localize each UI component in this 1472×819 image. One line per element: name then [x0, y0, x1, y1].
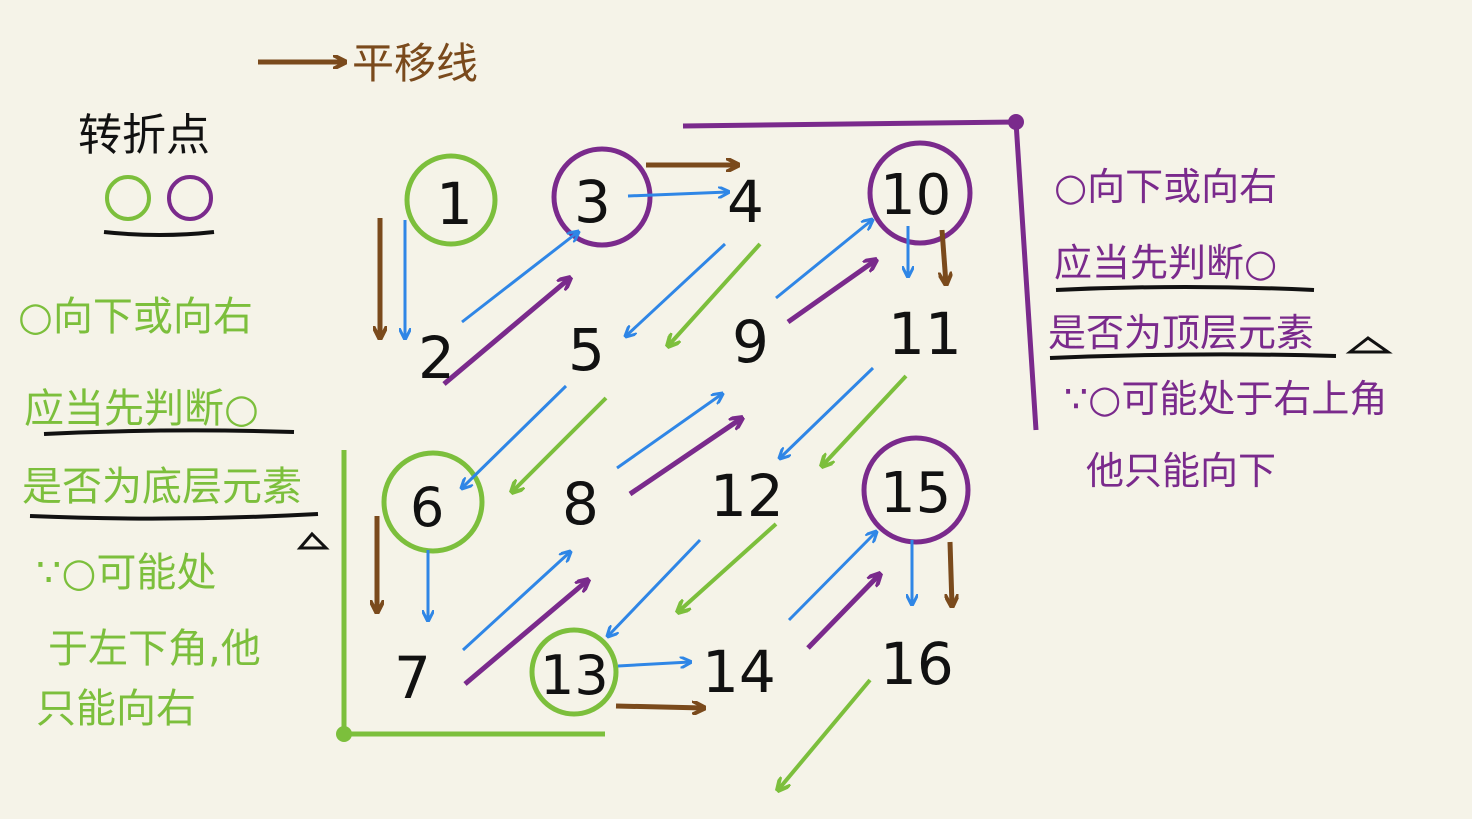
purple-note-line-2: 应当先判断○	[1054, 241, 1277, 285]
blue-path-arrows	[405, 192, 912, 666]
translate-arrows	[377, 165, 952, 708]
triangle-icon	[1345, 336, 1393, 354]
green-note-line-2: 应当先判断○	[24, 386, 259, 432]
number-4: 4	[727, 168, 764, 236]
blue-arrow	[462, 384, 568, 488]
blue-arrow	[608, 538, 702, 636]
blue-arrow	[780, 366, 875, 458]
purple-note-line-1: ○向下或向右	[1054, 165, 1277, 209]
green-note-line-1: ○向下或向右	[18, 294, 253, 340]
number-6: 6	[410, 476, 444, 539]
green-corner-dot	[336, 726, 352, 742]
number-13: 13	[540, 644, 609, 707]
purple-arrow	[786, 260, 876, 325]
purple-note-line-3: 是否为顶层元素	[1048, 311, 1314, 355]
grid-numbers: 1 3 4 10 2 5 9 11 6 8 12 15 7 13 14 16	[394, 163, 962, 712]
purple-note-line-4: ∵○可能处于右上角	[1064, 377, 1387, 421]
number-16: 16	[880, 630, 954, 698]
number-2: 2	[418, 324, 455, 392]
purple-note-line-5: 他只能向下	[1086, 449, 1276, 493]
zigzag-diagram: 平移线 转折点 1 3 4 10 2 5 9 11 6 8 12 15 7 13…	[18, 39, 1393, 819]
green-arrow	[822, 374, 908, 466]
number-12: 12	[710, 462, 784, 530]
green-note-underline-1	[43, 428, 295, 436]
purple-note-underline-2	[1049, 352, 1337, 360]
purple-note-underline-1	[1055, 285, 1315, 292]
number-11: 11	[888, 300, 962, 368]
green-arrow	[778, 678, 872, 790]
blue-arrow	[617, 662, 690, 666]
green-note: ○向下或向右 应当先判断○ 是否为底层元素 ∵○可能处 于左下角,他 只能向右	[18, 294, 330, 732]
number-5: 5	[568, 316, 605, 384]
purple-corner-dot	[1008, 114, 1024, 130]
number-8: 8	[562, 470, 599, 538]
purple-arrow	[806, 574, 880, 650]
green-note-line-6: 只能向右	[36, 686, 196, 732]
green-note-line-5: 于左下角,他	[48, 626, 261, 672]
blue-arrow	[616, 394, 722, 470]
turning-point-label: 转折点	[78, 110, 210, 161]
green-arrow	[678, 522, 778, 612]
purple-note: ○向下或向右 应当先判断○ 是否为顶层元素 ∵○可能处于右上角 他只能向下	[1048, 165, 1393, 493]
brown-arrow-down-15	[950, 541, 952, 606]
number-1: 1	[436, 170, 473, 238]
blue-arrow	[775, 220, 872, 300]
translate-label: 平移线	[352, 39, 478, 88]
legend-turning-point: 转折点	[78, 110, 215, 237]
underline	[103, 230, 215, 237]
brown-arrow-right-13	[615, 706, 704, 708]
purple-arrows	[442, 260, 880, 686]
purple-circle-icon	[167, 175, 213, 221]
blue-arrow	[627, 192, 728, 196]
number-10: 10	[880, 163, 951, 228]
green-note-line-3: 是否为底层元素	[22, 464, 302, 510]
number-14: 14	[702, 638, 776, 706]
triangle-icon	[296, 531, 330, 550]
blue-arrow	[787, 532, 876, 622]
legend-translate: 平移线	[258, 39, 478, 88]
number-7: 7	[394, 644, 431, 712]
green-note-line-4: ∵○可能处	[36, 550, 216, 596]
number-15: 15	[880, 461, 951, 526]
number-3: 3	[574, 168, 611, 236]
green-note-underline-2	[29, 512, 319, 521]
blue-arrow	[461, 232, 578, 324]
number-9: 9	[732, 308, 769, 376]
blue-arrow	[626, 242, 727, 336]
purple-arrow	[442, 278, 570, 386]
green-circle-icon	[105, 175, 151, 221]
